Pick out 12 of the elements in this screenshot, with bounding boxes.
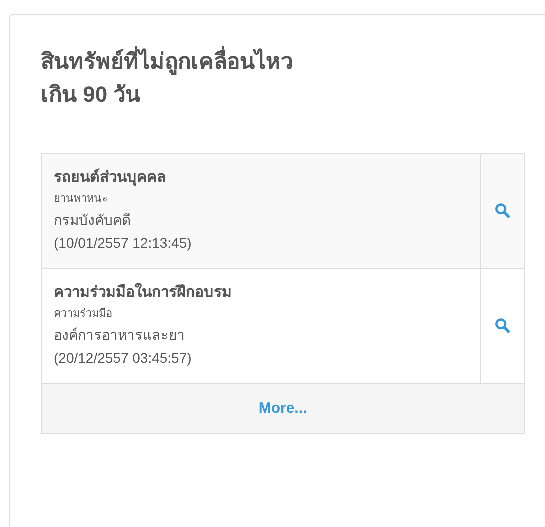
search-icon[interactable] <box>495 318 510 334</box>
more-link[interactable]: More... <box>258 400 308 417</box>
search-icon[interactable] <box>495 203 510 218</box>
panel-title: สินทรัพย์ที่ไม่ถูกเคลื่อนไหว เกิน 90 วัน <box>41 45 545 111</box>
asset-name: รถยนต์ส่วนบุคคล <box>54 168 167 188</box>
timestamp: (20/12/2557 03:45:57) <box>54 348 193 368</box>
asset-category: ยานพาหนะ <box>54 192 109 206</box>
asset-name: ความร่วมมือในการฝึกอบรม <box>54 282 233 304</box>
department-name: องค์การอาหารและยา <box>54 326 186 346</box>
department-name: กรมบังคับคดี <box>54 211 132 230</box>
timestamp: (10/01/2557 12:13:45) <box>54 234 193 253</box>
asset-category: ความร่วมมือ <box>54 306 114 322</box>
